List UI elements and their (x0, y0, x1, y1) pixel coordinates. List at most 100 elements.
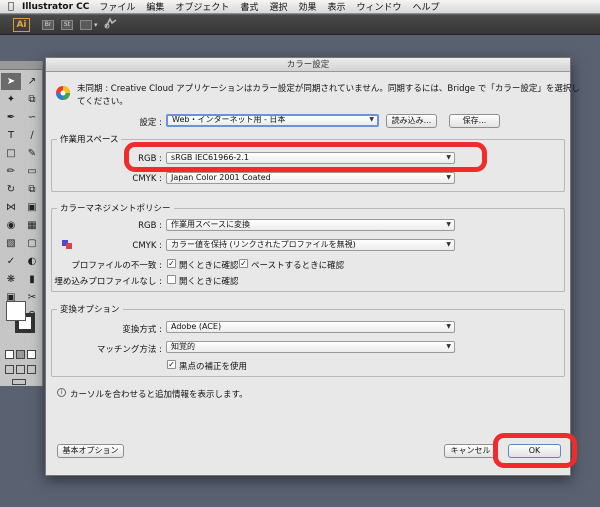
illustrator-logo: Ai (13, 17, 30, 32)
symbol-sprayer-tool-icon[interactable]: ❋ (1, 271, 21, 288)
ok-highlight-annotation (493, 433, 577, 468)
policy-rgb-value: 作業用スペースに変換 (171, 220, 251, 229)
menu-object[interactable]: オブジェクト (175, 0, 229, 13)
shape-builder-tool-icon[interactable]: ◉ (1, 217, 21, 234)
chevron-down-icon[interactable]: ▾ (94, 21, 98, 29)
gradient-tool-icon[interactable]: ▢ (22, 235, 42, 252)
missing-profile-label: 埋め込みプロファイルなし : (54, 277, 162, 287)
profile-mismatch-icon (62, 240, 72, 249)
engine-label: 変換方式 : (122, 325, 162, 335)
missing-open-label: 開くときに確認 (179, 277, 239, 287)
blend-tool-icon[interactable]: ◐ (22, 253, 42, 270)
conversion-options-title: 変換オプション (57, 303, 123, 315)
workspace-cmyk-select[interactable]: Japan Color 2001 Coated ▼ (166, 172, 455, 184)
dropdown-arrow-icon: ▼ (446, 343, 451, 350)
color-mode-buttons (5, 350, 37, 360)
scale-tool-icon[interactable]: ⧉ (22, 181, 42, 198)
none-button[interactable] (27, 350, 36, 359)
fill-stroke-swatches[interactable] (6, 301, 36, 341)
tools-panel: ➤ ↗ ✦ ⧉ ✒ ∽ T ∕ □ ✎ ✏ ▭ ↻ ⧉ ⋈ ▣ ◉ ▦ ▧ ▢ … (0, 61, 43, 386)
working-spaces-title: 作業用スペース (57, 133, 122, 145)
perspective-grid-tool-icon[interactable]: ▦ (22, 217, 42, 234)
draw-behind-button[interactable] (16, 365, 25, 374)
line-tool-icon[interactable]: ∕ (22, 127, 42, 144)
type-tool-icon[interactable]: T (1, 127, 21, 144)
menu-type[interactable]: 書式 (240, 0, 258, 13)
color-wheel-warning-icon (55, 85, 71, 101)
mismatch-paste-label: ペーストするときに確認 (251, 261, 345, 271)
menu-view[interactable]: 表示 (327, 0, 345, 13)
draw-inside-button[interactable] (27, 365, 36, 374)
dropdown-arrow-icon: ▼ (369, 116, 374, 123)
rectangle-tool-icon[interactable]: □ (1, 145, 21, 162)
policies-title: カラーマネジメントポリシー (57, 202, 174, 214)
dropdown-arrow-icon: ▼ (446, 241, 451, 248)
mismatch-open-label: 開くときに確認 (179, 261, 239, 271)
engine-select[interactable]: Adobe (ACE) ▼ (166, 321, 455, 333)
advanced-options-button[interactable]: 基本オプション (57, 444, 124, 458)
black-point-compensation-label: 黒点の補正を使用 (179, 362, 248, 372)
curvature-tool-icon[interactable]: ∽ (22, 109, 42, 126)
menu-bar:  Illustrator CC ファイル 編集 オブジェクト 書式 選択 効果… (0, 0, 600, 14)
shaper-tool-icon[interactable]: ✏ (1, 163, 21, 180)
tools-panel-header[interactable] (0, 61, 42, 70)
menu-effect[interactable]: 効果 (298, 0, 316, 13)
mesh-tool-icon[interactable]: ▧ (1, 235, 21, 252)
menu-help[interactable]: ヘルプ (413, 0, 440, 13)
rotate-tool-icon[interactable]: ↻ (1, 181, 21, 198)
apple-icon[interactable]:  (0, 1, 22, 12)
menu-select[interactable]: 選択 (269, 0, 287, 13)
engine-value: Adobe (ACE) (171, 322, 222, 331)
fill-swatch[interactable] (6, 301, 26, 321)
menu-window[interactable]: ウィンドウ (356, 0, 401, 13)
workspace-cmyk-value: Japan Color 2001 Coated (171, 173, 271, 182)
policy-cmyk-value: カラー値を保持 (リンクされたプロファイルを無視) (171, 240, 356, 249)
draw-mode-buttons (5, 365, 37, 375)
lasso-tool-icon[interactable]: ⧉ (22, 91, 42, 108)
column-graph-tool-icon[interactable]: ▮ (22, 271, 42, 288)
policy-rgb-select[interactable]: 作業用スペースに変換 ▼ (166, 219, 455, 231)
eraser-tool-icon[interactable]: ▭ (22, 163, 42, 180)
policy-cmyk-label: CMYK : (132, 241, 162, 251)
dropdown-arrow-icon: ▼ (446, 174, 451, 181)
settings-select[interactable]: Web・インターネット用 - 日本 ▼ (166, 114, 379, 127)
color-button[interactable] (5, 350, 14, 359)
gpu-performance-icon[interactable] (104, 17, 118, 32)
eyedropper-tool-icon[interactable]: ✓ (1, 253, 21, 270)
dialog-title[interactable]: カラー設定 (46, 58, 570, 72)
load-button[interactable]: 読み込み... (386, 114, 437, 128)
black-point-compensation-checkbox[interactable]: ✓ (167, 360, 176, 369)
rgb-highlight-annotation (124, 142, 487, 172)
workspace-cmyk-label: CMYK : (132, 174, 162, 184)
cancel-button[interactable]: キャンセル (444, 444, 497, 458)
gradient-button[interactable] (16, 350, 25, 359)
application-bar: Ai Br St ▾ (0, 15, 600, 35)
paintbrush-tool-icon[interactable]: ✎ (22, 145, 42, 162)
selection-tool-icon[interactable]: ➤ (1, 73, 21, 90)
width-tool-icon[interactable]: ⋈ (1, 199, 21, 216)
mismatch-open-checkbox[interactable]: ✓ (167, 259, 176, 268)
save-button[interactable]: 保存... (449, 114, 500, 128)
direct-selection-tool-icon[interactable]: ↗ (22, 73, 42, 90)
mismatch-paste-checkbox[interactable]: ✓ (239, 259, 248, 268)
color-settings-dialog: カラー設定 未同期 : Creative Cloud アプリケーションはカラー設… (45, 57, 580, 476)
draw-normal-button[interactable] (5, 365, 14, 374)
magic-wand-tool-icon[interactable]: ✦ (1, 91, 21, 108)
intent-select[interactable]: 知覚的 ▼ (166, 341, 455, 353)
app-menu[interactable]: Illustrator CC (22, 2, 89, 12)
policy-cmyk-select[interactable]: カラー値を保持 (リンクされたプロファイルを無視) ▼ (166, 239, 455, 251)
pen-tool-icon[interactable]: ✒ (1, 109, 21, 126)
intent-value: 知覚的 (171, 342, 195, 351)
screen-mode-button[interactable] (12, 379, 26, 385)
menu-edit[interactable]: 編集 (146, 0, 164, 13)
free-transform-tool-icon[interactable]: ▣ (22, 199, 42, 216)
missing-open-checkbox[interactable] (167, 275, 176, 284)
menu-file[interactable]: ファイル (99, 0, 135, 13)
stock-button[interactable]: St (61, 19, 73, 30)
dropdown-arrow-icon: ▼ (446, 323, 451, 330)
dropdown-arrow-icon: ▼ (446, 221, 451, 228)
profile-mismatch-label: プロファイルの不一致 : (71, 261, 162, 271)
arrange-documents-button[interactable] (80, 19, 92, 30)
sync-warning-line1: 未同期 : Creative Cloud アプリケーションはカラー設定が同期され… (77, 84, 580, 94)
bridge-button[interactable]: Br (42, 19, 54, 30)
